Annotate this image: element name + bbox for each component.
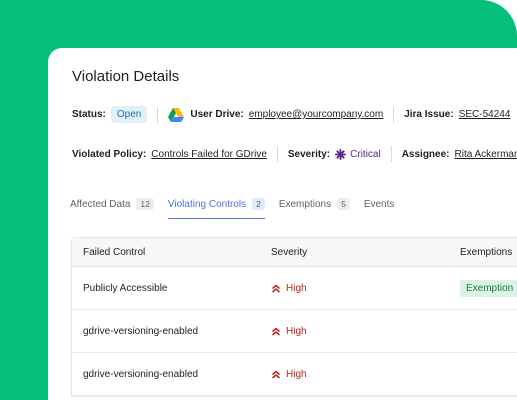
column-header-severity[interactable]: Severity: [271, 247, 307, 258]
control-name: gdrive-versioning-enabled: [83, 368, 199, 380]
google-drive-icon: [168, 107, 185, 122]
severity-cell: High: [271, 326, 307, 337]
assignee-label: Assignee:: [401, 148, 450, 160]
meta-row-1: Status: Open User Drive: employee@yourco…: [72, 106, 510, 123]
tab-events[interactable]: Events: [364, 199, 395, 219]
drive-link[interactable]: employee@yourcompany.com: [249, 109, 383, 120]
policy-link[interactable]: Controls Failed for GDrive: [151, 149, 267, 160]
failed-controls-table: Failed Control Severity Exemptions Publi…: [71, 237, 517, 397]
tab-violating-controls[interactable]: Violating Controls 2: [167, 198, 265, 219]
tab-label: Exemptions: [278, 198, 332, 210]
column-header-exemptions[interactable]: Exemptions: [460, 247, 512, 258]
tab-count: 12: [136, 198, 154, 210]
tab-exemptions[interactable]: Exemptions 5: [279, 198, 350, 219]
assignee-link[interactable]: Rita Ackerman: [455, 149, 517, 160]
meta-row-2: Violated Policy: Controls Failed for GDr…: [72, 146, 517, 162]
status-badge: Open: [110, 106, 148, 123]
control-name: gdrive-versioning-enabled: [83, 325, 199, 337]
jira-label: Jira Issue:: [404, 109, 454, 120]
double-chevron-up-icon: [271, 327, 281, 336]
severity-value: Critical: [350, 148, 381, 160]
severity-cell: High: [271, 283, 307, 294]
critical-star-icon: [335, 148, 347, 160]
jira-link[interactable]: SEC-54244: [459, 109, 511, 120]
page-title: Violation Details: [72, 68, 180, 85]
double-chevron-up-icon: [271, 284, 281, 293]
tab-affected-data[interactable]: Affected Data 12: [70, 198, 154, 219]
severity-cell: High: [271, 369, 307, 380]
tab-label: Violating Controls: [167, 198, 247, 210]
table-header: Failed Control Severity Exemptions: [72, 238, 517, 267]
table-row[interactable]: gdrive-versioning-enabled High: [72, 310, 517, 353]
table-row[interactable]: Publicly Accessible High Exemption: [72, 267, 517, 310]
status-label: Status:: [72, 109, 106, 120]
tab-bar: Affected Data 12 Violating Controls 2 Ex…: [70, 198, 408, 219]
violation-details-card: Violation Details Status: Open User Driv…: [48, 48, 517, 400]
tab-label: Affected Data: [70, 198, 131, 210]
divider: [390, 146, 392, 162]
severity-label: Severity:: [287, 148, 331, 160]
divider: [157, 106, 159, 123]
severity-value: High: [286, 282, 307, 294]
tab-label: Events: [363, 198, 395, 210]
severity-value: High: [286, 325, 307, 337]
tab-count: 5: [337, 198, 350, 210]
table-row[interactable]: gdrive-versioning-enabled High: [72, 353, 517, 396]
policy-label: Violated Policy:: [72, 148, 147, 160]
tab-count: 2: [252, 198, 265, 210]
column-header-failed-control[interactable]: Failed Control: [83, 247, 145, 258]
exemption-badge[interactable]: Exemption: [460, 279, 517, 297]
divider: [393, 106, 395, 123]
divider: [276, 146, 278, 162]
drive-label: User Drive:: [190, 109, 244, 120]
control-name: Publicly Accessible: [83, 282, 168, 294]
double-chevron-up-icon: [271, 370, 281, 379]
severity-value: High: [286, 368, 307, 380]
